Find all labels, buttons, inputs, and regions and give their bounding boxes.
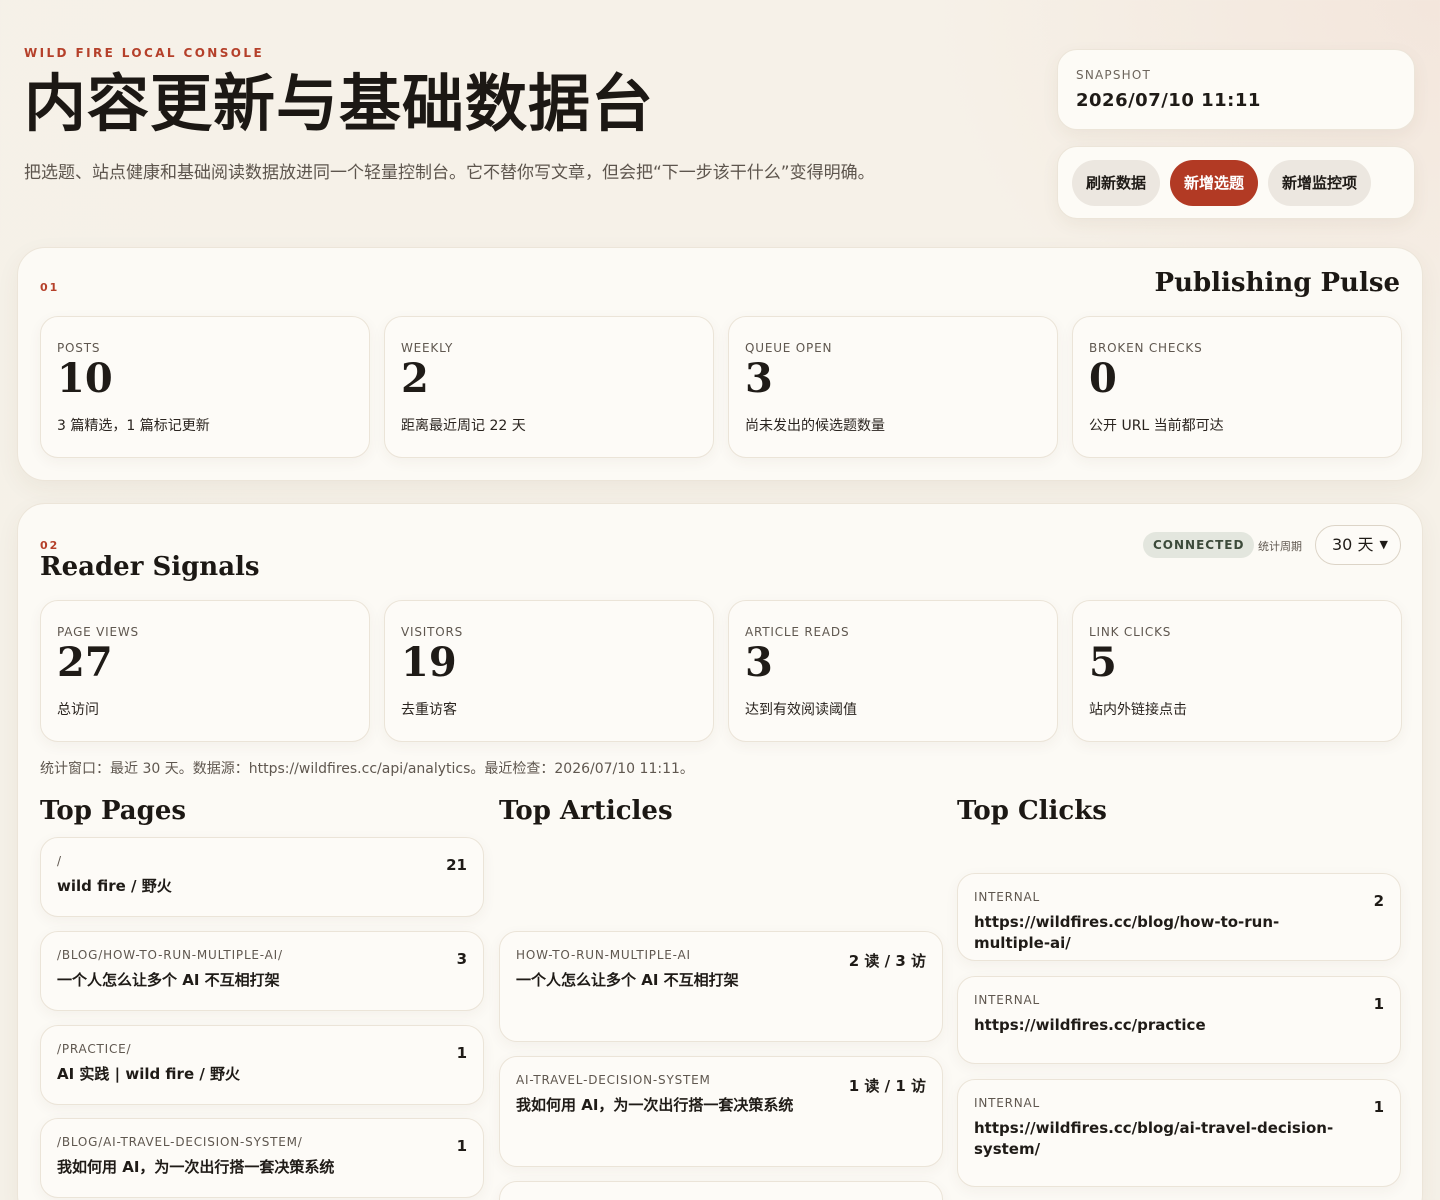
refresh-button[interactable]: 刷新数据 [1072, 159, 1161, 206]
snapshot-value: 2026/07/10 11:11 [1076, 90, 1261, 111]
stat-label: VISITORS [401, 625, 464, 639]
item-url: https://wildfires.cc/practice [974, 1016, 1206, 1034]
stat-value: 19 [401, 639, 457, 686]
section-number: 01 [40, 281, 60, 294]
stats-window-note: 统计窗口：最近 30 天。数据源：https://wildfires.cc/ap… [40, 761, 694, 777]
top-articles-title: Top Articles [499, 796, 673, 826]
item-count: 2 读 / 3 访 [848, 952, 926, 970]
item-path: / [57, 854, 62, 868]
item-title: AI 实践 | wild fire / 野火 [57, 1065, 241, 1083]
stat-desc: 公开 URL 当前都可达 [1089, 418, 1224, 434]
top-pages-title: Top Pages [40, 796, 186, 826]
stat-value: 5 [1089, 639, 1117, 686]
stat-desc: 去重访客 [401, 702, 457, 718]
stat-card-article-reads: ARTICLE READS 3 达到有效阅读阈值 [728, 600, 1058, 742]
top-page-item[interactable]: /PRACTICE/ AI 实践 | wild fire / 野火 1 [40, 1025, 484, 1105]
stat-label: QUEUE OPEN [745, 341, 833, 355]
stat-card-page-views: PAGE VIEWS 27 总访问 [40, 600, 370, 742]
chevron-down-icon: ▼ [1379, 538, 1388, 551]
item-title: 一个人怎么让多个 AI 不互相打架 [57, 971, 280, 989]
top-page-item[interactable]: /BLOG/AI-TRAVEL-DECISION-SYSTEM/ 我如何用 AI… [40, 1118, 484, 1198]
stat-card-queue-open: QUEUE OPEN 3 尚未发出的候选题数量 [728, 316, 1058, 458]
item-url: https://wildfires.cc/blog/ai-travel-deci… [974, 1119, 1334, 1158]
stat-card-posts: POSTS 10 3 篇精选，1 篇标记更新 [40, 316, 370, 458]
page-description: 把选题、站点健康和基础阅读数据放进同一个轻量控制台。它不替你写文章，但会把“下一… [24, 163, 875, 183]
new-topic-button[interactable]: 新增选题 [1170, 159, 1259, 206]
publishing-pulse-panel: 01 Publishing Pulse POSTS 10 3 篇精选，1 篇标记… [17, 247, 1423, 481]
item-title: wild fire / 野火 [57, 877, 172, 895]
snapshot-card: SNAPSHOT 2026/07/10 11:11 [1057, 49, 1415, 130]
top-clicks-title: Top Clicks [957, 796, 1107, 826]
item-path: /BLOG/HOW-TO-RUN-MULTIPLE-AI/ [57, 948, 283, 962]
snapshot-label: SNAPSHOT [1076, 68, 1152, 82]
section-title: Publishing Pulse [1154, 268, 1400, 298]
section-number: 02 [40, 539, 60, 552]
page-title: 内容更新与基础数据台 [24, 67, 655, 140]
top-article-item[interactable]: AI-TRAVEL-DECISION-SYSTEM 我如何用 AI，为一次出行搭… [499, 1056, 943, 1167]
item-title: 我如何用 AI，为一次出行搭一套决策系统 [516, 1096, 794, 1114]
stat-value: 2 [401, 355, 429, 402]
item-path: /PRACTICE/ [57, 1042, 132, 1056]
item-count: 21 [446, 856, 467, 874]
stat-value: 27 [57, 639, 113, 686]
top-article-item[interactable]: HOW-TO-RUN-MULTIPLE-AI 一个人怎么让多个 AI 不互相打架… [499, 931, 943, 1042]
period-select-value: 30 天 [1332, 535, 1374, 554]
item-count: 1 读 / 1 访 [848, 1077, 926, 1095]
item-count: 2 [1373, 892, 1384, 910]
stat-label: LINK CLICKS [1089, 625, 1172, 639]
stat-desc: 达到有效阅读阈值 [745, 702, 857, 718]
item-count: 3 [456, 950, 467, 968]
stat-label: BROKEN CHECKS [1089, 341, 1203, 355]
status-badge: CONNECTED [1143, 532, 1255, 558]
stat-desc: 站内外链接点击 [1089, 702, 1187, 718]
console-eyebrow: WILD FIRE LOCAL CONSOLE [24, 46, 265, 60]
stat-label: POSTS [57, 341, 101, 355]
stat-desc: 3 篇精选，1 篇标记更新 [57, 418, 210, 434]
stat-label: ARTICLE READS [745, 625, 850, 639]
top-click-item[interactable]: INTERNAL https://wildfires.cc/practice 1 [957, 976, 1401, 1064]
top-click-item[interactable]: INTERNAL https://wildfires.cc/blog/ai-tr… [957, 1079, 1401, 1187]
top-article-item-partial[interactable] [499, 1181, 943, 1200]
stat-desc: 距离最近周记 22 天 [401, 418, 526, 434]
stat-card-weekly: WEEKLY 2 距离最近周记 22 天 [384, 316, 714, 458]
item-count: 1 [1373, 995, 1384, 1013]
period-select[interactable]: 30 天 ▼ [1315, 525, 1401, 565]
stat-card-visitors: VISITORS 19 去重访客 [384, 600, 714, 742]
item-count: 1 [1373, 1098, 1384, 1116]
item-title: 我如何用 AI，为一次出行搭一套决策系统 [57, 1158, 335, 1176]
item-type: INTERNAL [974, 1096, 1041, 1110]
item-count: 1 [456, 1137, 467, 1155]
stat-value: 10 [57, 355, 113, 402]
item-type: INTERNAL [974, 993, 1041, 1007]
stat-card-broken-checks: BROKEN CHECKS 0 公开 URL 当前都可达 [1072, 316, 1402, 458]
top-click-item[interactable]: INTERNAL https://wildfires.cc/blog/how-t… [957, 873, 1401, 961]
new-monitor-button[interactable]: 新增监控项 [1268, 159, 1372, 206]
action-bar: 刷新数据 新增选题 新增监控项 [1057, 146, 1415, 219]
reader-signals-panel: 02 Reader Signals CONNECTED 统计周期 30 天 ▼ … [17, 503, 1423, 1200]
stat-card-link-clicks: LINK CLICKS 5 站内外链接点击 [1072, 600, 1402, 742]
stat-desc: 尚未发出的候选题数量 [745, 418, 885, 434]
stat-desc: 总访问 [57, 702, 99, 718]
stat-value: 3 [745, 355, 773, 402]
item-path: /BLOG/AI-TRAVEL-DECISION-SYSTEM/ [57, 1135, 303, 1149]
section-title: Reader Signals [40, 552, 260, 582]
stat-value: 3 [745, 639, 773, 686]
stat-value: 0 [1089, 355, 1117, 402]
item-title: 一个人怎么让多个 AI 不互相打架 [516, 971, 739, 989]
item-type: INTERNAL [974, 890, 1041, 904]
period-label: 统计周期 [1258, 540, 1302, 553]
top-page-item[interactable]: / wild fire / 野火 21 [40, 837, 484, 917]
item-count: 1 [456, 1044, 467, 1062]
stat-label: PAGE VIEWS [57, 625, 139, 639]
top-page-item[interactable]: /BLOG/HOW-TO-RUN-MULTIPLE-AI/ 一个人怎么让多个 A… [40, 931, 484, 1011]
item-url: https://wildfires.cc/blog/how-to-run-mul… [974, 913, 1280, 952]
stat-label: WEEKLY [401, 341, 454, 355]
